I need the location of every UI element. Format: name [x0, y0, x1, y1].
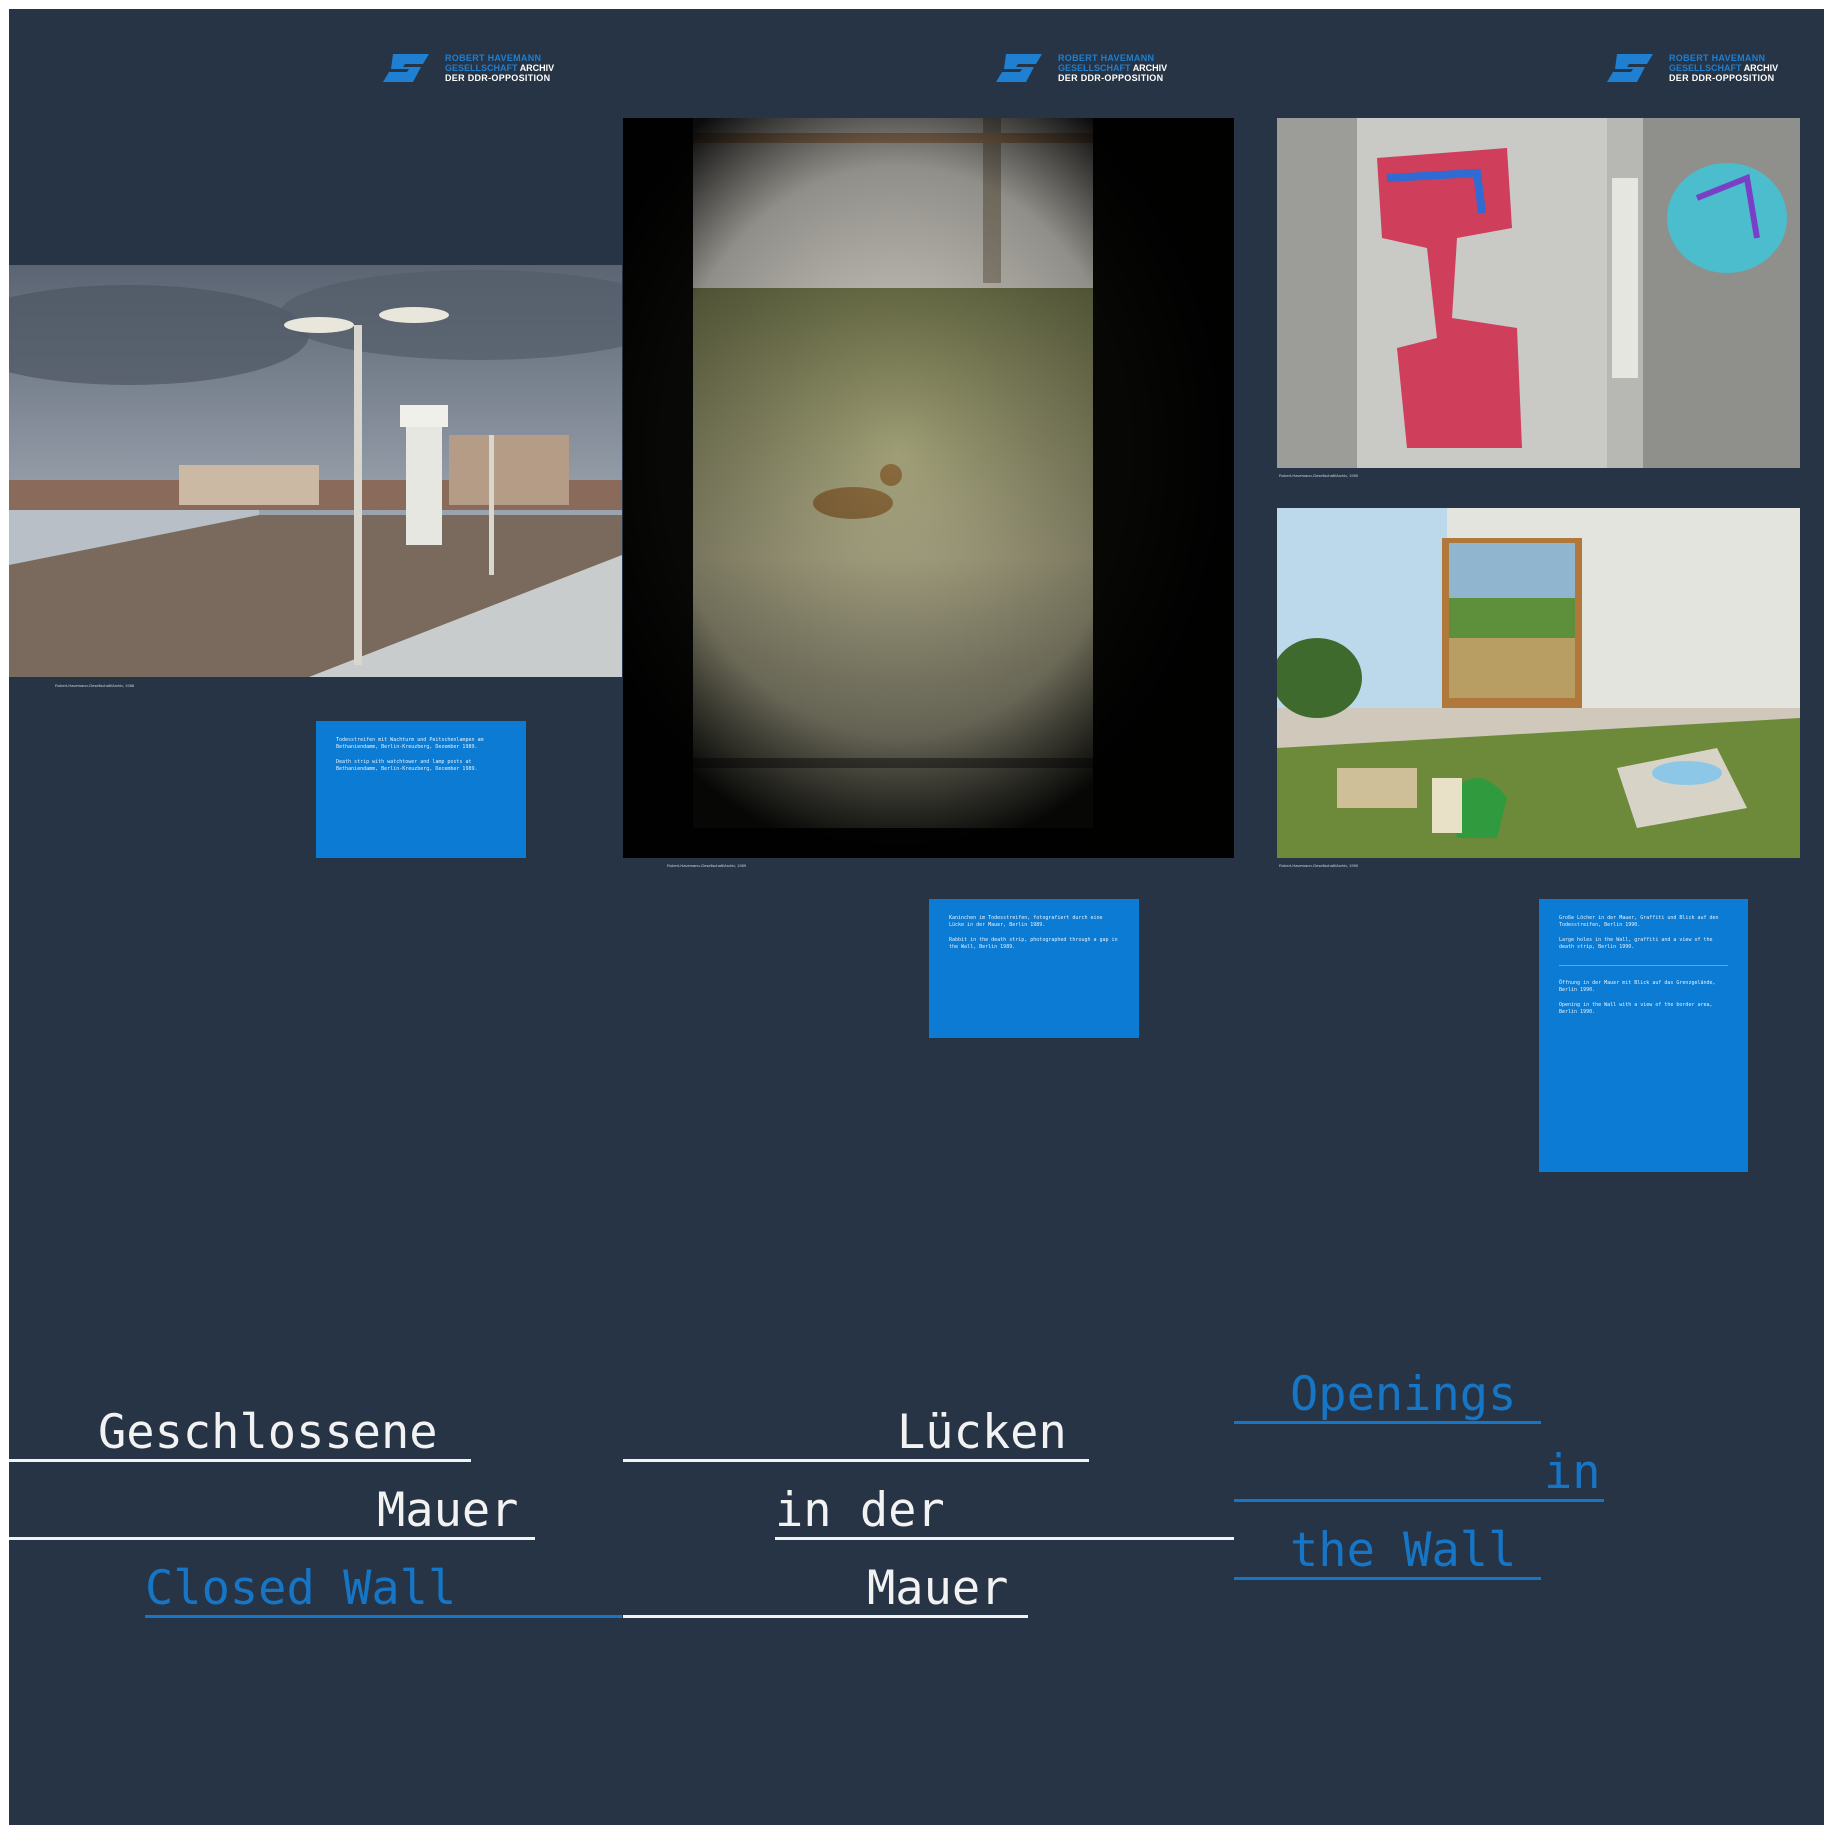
- title-underline: [623, 1615, 1028, 1618]
- archive-logo-1: ROBERT HAVEMANN GESELLSCHAFT ARCHIV DER …: [383, 48, 583, 88]
- title-de-line-1: Lücken: [897, 1405, 1067, 1460]
- title-de-line-3: Mauer: [867, 1561, 1009, 1616]
- logo-line-1: ROBERT HAVEMANN: [1669, 53, 1766, 63]
- caption-box: Todesstreifen mit Wachturm und Peitschen…: [316, 721, 526, 858]
- title-underline: [623, 1459, 1089, 1462]
- title-en-line-2: in: [1544, 1445, 1601, 1500]
- archive-logo-2: ROBERT HAVEMANN GESELLSCHAFT ARCHIV DER …: [996, 48, 1196, 88]
- wall-window-watering-can-photo: [1277, 508, 1800, 858]
- rabbit-through-wall-gap-photo: [623, 118, 1234, 858]
- logo-mark-icon: [996, 54, 1042, 82]
- title-underline: [1234, 1577, 1541, 1580]
- caption-en: Opening in the Wall with a view of the b…: [1559, 1002, 1713, 1015]
- title-de-line-2: Mauer: [377, 1483, 519, 1538]
- logo-line-1: ROBERT HAVEMANN: [445, 53, 542, 63]
- logo-line-1: ROBERT HAVEMANN: [1058, 53, 1155, 63]
- caption-en: Large holes in the Wall, graffiti and a …: [1559, 937, 1713, 950]
- logo-line-2: GESELLSCHAFT ARCHIV: [445, 63, 555, 73]
- caption-en: Rabbit in the death strip, photographed …: [949, 937, 1118, 950]
- logo-line-3: DER DDR-OPPOSITION: [1058, 73, 1164, 83]
- logo-line-2: GESELLSCHAFT ARCHIV: [1058, 63, 1168, 73]
- caption-de: Todesstreifen mit Wachturm und Peitschen…: [336, 737, 484, 750]
- caption-box: Große Löcher in der Mauer, Graffiti und …: [1539, 899, 1748, 1172]
- logo-mark-icon: [1607, 54, 1653, 82]
- caption-box: Kaninchen im Todesstreifen, fotografiert…: [929, 899, 1139, 1038]
- photo-credit: Robert-Havemann-Gesellschaft/Archiv, 199…: [1279, 473, 1359, 478]
- title-underline: [1234, 1421, 1541, 1424]
- caption-de: Öffnung in der Mauer mit Blick auf das G…: [1559, 980, 1716, 993]
- logo-mark-icon: [383, 54, 429, 82]
- title-de-line-2: in der: [775, 1483, 945, 1538]
- logo-line-3: DER DDR-OPPOSITION: [445, 73, 551, 83]
- caption-divider: [1559, 965, 1728, 966]
- photo-credit: Robert-Havemann-Gesellschaft/Archiv, 199…: [1279, 863, 1359, 868]
- title-en-line-1: Openings: [1290, 1367, 1517, 1422]
- title-underline: [9, 1459, 471, 1462]
- logo-line-2: GESELLSCHAFT ARCHIV: [1669, 63, 1779, 73]
- title-underline: [775, 1537, 1234, 1540]
- photo-credit: Robert-Havemann-Gesellschaft/Archiv, 198…: [667, 863, 747, 868]
- caption-de: Große Löcher in der Mauer, Graffiti und …: [1559, 915, 1719, 928]
- title-underline: [9, 1537, 535, 1540]
- caption-de: Kaninchen im Todesstreifen, fotografiert…: [949, 915, 1103, 928]
- exhibition-poster: ROBERT HAVEMANN GESELLSCHAFT ARCHIV DER …: [9, 9, 1824, 1825]
- title-underline: [145, 1615, 622, 1618]
- watchtower-border-strip-photo: [9, 265, 622, 677]
- title-en-line-1: Closed Wall: [145, 1561, 457, 1616]
- title-en-line-3: the Wall: [1290, 1523, 1517, 1578]
- caption-en: Death strip with watchtower and lamp pos…: [336, 759, 478, 772]
- logo-line-3: DER DDR-OPPOSITION: [1669, 73, 1775, 83]
- graffiti-wall-hole-photo: [1277, 118, 1800, 468]
- title-de-line-1: Geschlossene: [98, 1405, 438, 1460]
- archive-logo-3: ROBERT HAVEMANN GESELLSCHAFT ARCHIV DER …: [1607, 48, 1807, 88]
- photo-credit: Robert-Havemann-Gesellschaft/Archiv, 198…: [55, 683, 135, 688]
- title-underline: [1234, 1499, 1604, 1502]
